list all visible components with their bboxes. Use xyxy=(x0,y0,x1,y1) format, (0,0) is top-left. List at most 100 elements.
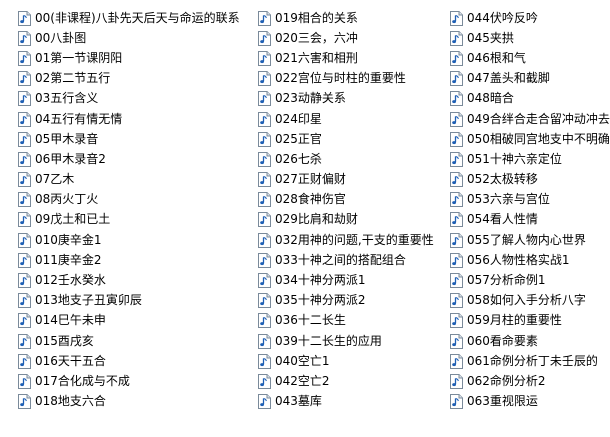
audio-file-icon xyxy=(450,111,463,127)
file-item[interactable]: 06甲木录音2 xyxy=(18,149,240,169)
audio-file-icon xyxy=(18,30,31,46)
file-name: 017合化成与不成 xyxy=(35,373,130,388)
file-item[interactable]: 053六亲与宫位 xyxy=(450,190,610,210)
file-item[interactable]: 033十神之间的搭配组合 xyxy=(258,250,434,270)
file-item[interactable]: 016天干五合 xyxy=(18,351,240,371)
file-item[interactable]: 022宫位与时柱的重要性 xyxy=(258,69,434,89)
file-item[interactable]: 057分析命例1 xyxy=(450,270,610,290)
file-item[interactable]: 020三会，六冲 xyxy=(258,28,434,48)
file-name: 024印星 xyxy=(275,111,322,126)
file-item[interactable]: 029比肩和劫财 xyxy=(258,210,434,230)
file-name: 052太极转移 xyxy=(467,172,538,187)
file-item[interactable]: 032用神的问题,干支的重要性 xyxy=(258,230,434,250)
file-item[interactable]: 043墓库 xyxy=(258,392,434,412)
file-name: 018地支六合 xyxy=(35,394,106,409)
file-item[interactable]: 00(非课程)八卦先天后天与命运的联系 xyxy=(18,8,240,28)
audio-file-icon xyxy=(450,353,463,369)
file-item[interactable]: 034十神分两派1 xyxy=(258,270,434,290)
file-name: 010庚辛金1 xyxy=(35,232,102,247)
file-item[interactable]: 060看命要素 xyxy=(450,331,610,351)
audio-file-icon xyxy=(450,151,463,167)
file-item[interactable]: 051十神六亲定位 xyxy=(450,149,610,169)
file-item[interactable]: 019相合的关系 xyxy=(258,8,434,28)
file-item[interactable]: 09戊土和已土 xyxy=(18,210,240,230)
file-item[interactable]: 058如何入手分析八字 xyxy=(450,291,610,311)
audio-file-icon xyxy=(258,131,271,147)
file-name: 012壬水癸水 xyxy=(35,273,106,288)
audio-file-icon xyxy=(258,192,271,208)
audio-file-icon xyxy=(258,71,271,87)
audio-file-icon xyxy=(18,71,31,87)
file-item[interactable]: 050相破同宫地支中不明确 xyxy=(450,129,610,149)
file-item[interactable]: 045夹拱 xyxy=(450,28,610,48)
file-column-2: 019相合的关系 020三会，六冲 021六害和相刑 022宫位与时柱的重要性 … xyxy=(258,8,434,412)
file-item[interactable]: 027正财偏财 xyxy=(258,170,434,190)
file-item[interactable]: 028食神伤官 xyxy=(258,190,434,210)
file-item[interactable]: 017合化成与不成 xyxy=(18,371,240,391)
audio-file-icon xyxy=(258,394,271,410)
audio-file-icon xyxy=(450,30,463,46)
file-item[interactable]: 062命例分析2 xyxy=(450,371,610,391)
file-name: 040空亡1 xyxy=(275,353,330,368)
file-name: 054看人性情 xyxy=(467,212,538,227)
file-name: 043墓库 xyxy=(275,394,322,409)
file-item[interactable]: 010庚辛金1 xyxy=(18,230,240,250)
file-name: 045夹拱 xyxy=(467,30,514,45)
file-name: 048暗合 xyxy=(467,91,514,106)
file-item[interactable]: 047盖头和截脚 xyxy=(450,69,610,89)
file-name: 014巳午未申 xyxy=(35,313,106,328)
audio-file-icon xyxy=(258,373,271,389)
audio-file-icon xyxy=(18,131,31,147)
file-item[interactable]: 00八卦图 xyxy=(18,28,240,48)
file-item[interactable]: 05甲木录音 xyxy=(18,129,240,149)
file-item[interactable]: 024印星 xyxy=(258,109,434,129)
audio-file-icon xyxy=(258,172,271,188)
file-name: 032用神的问题,干支的重要性 xyxy=(275,232,434,247)
file-item[interactable]: 011庚辛金2 xyxy=(18,250,240,270)
file-item[interactable]: 07乙木 xyxy=(18,170,240,190)
audio-file-icon xyxy=(450,10,463,26)
file-item[interactable]: 048暗合 xyxy=(450,89,610,109)
file-item[interactable]: 023动静关系 xyxy=(258,89,434,109)
file-item[interactable]: 014巳午未申 xyxy=(18,311,240,331)
file-item[interactable]: 013地支子丑寅卯辰 xyxy=(18,291,240,311)
file-item[interactable]: 04五行有情无情 xyxy=(18,109,240,129)
audio-file-icon xyxy=(18,373,31,389)
file-item[interactable]: 052太极转移 xyxy=(450,170,610,190)
file-name: 053六亲与宫位 xyxy=(467,192,550,207)
file-item[interactable]: 063重视限运 xyxy=(450,392,610,412)
file-item[interactable]: 061命例分析丁未壬辰的 xyxy=(450,351,610,371)
file-item[interactable]: 025正官 xyxy=(258,129,434,149)
file-item[interactable]: 059月柱的重要性 xyxy=(450,311,610,331)
file-item[interactable]: 040空亡1 xyxy=(258,351,434,371)
file-item[interactable]: 012壬水癸水 xyxy=(18,270,240,290)
file-item[interactable]: 056人物性格实战1 xyxy=(450,250,610,270)
file-item[interactable]: 02第二节五行 xyxy=(18,69,240,89)
file-item[interactable]: 01第一节课阴阳 xyxy=(18,48,240,68)
file-item[interactable]: 039十二长生的应用 xyxy=(258,331,434,351)
file-item[interactable]: 03五行含义 xyxy=(18,89,240,109)
file-item[interactable]: 042空亡2 xyxy=(258,371,434,391)
audio-file-icon xyxy=(450,252,463,268)
file-name: 019相合的关系 xyxy=(275,10,358,25)
file-name: 027正财偏财 xyxy=(275,172,346,187)
file-item[interactable]: 049合绊合走合留冲动冲去 xyxy=(450,109,610,129)
file-name: 00(非课程)八卦先天后天与命运的联系 xyxy=(35,10,240,25)
file-item[interactable]: 026七杀 xyxy=(258,149,434,169)
file-item[interactable]: 018地支六合 xyxy=(18,392,240,412)
file-item[interactable]: 015酉戌亥 xyxy=(18,331,240,351)
audio-file-icon xyxy=(18,353,31,369)
audio-file-icon xyxy=(18,313,31,329)
file-item[interactable]: 021六害和相刑 xyxy=(258,48,434,68)
file-item[interactable]: 046根和气 xyxy=(450,48,610,68)
file-item[interactable]: 055了解人物内心世界 xyxy=(450,230,610,250)
file-item[interactable]: 035十神分两派2 xyxy=(258,291,434,311)
file-item[interactable]: 054看人性情 xyxy=(450,210,610,230)
audio-file-icon xyxy=(258,353,271,369)
audio-file-icon xyxy=(258,212,271,228)
file-name: 042空亡2 xyxy=(275,373,330,388)
file-item[interactable]: 036十二长生 xyxy=(258,311,434,331)
file-item[interactable]: 044伏吟反吟 xyxy=(450,8,610,28)
file-item[interactable]: 08丙火丁火 xyxy=(18,190,240,210)
audio-file-icon xyxy=(258,252,271,268)
